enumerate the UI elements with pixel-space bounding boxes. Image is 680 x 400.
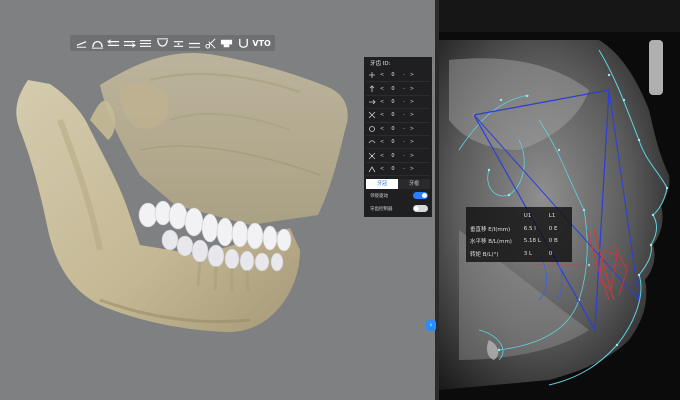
lateral-left-icon[interactable] [106,36,120,50]
ceph-row-l1: 0 [548,250,553,257]
ceph-header-l1: L1 [548,213,556,220]
list-item: <0- > [366,109,430,123]
u-arch-icon[interactable] [236,36,250,50]
list-item: <0- > [366,96,430,110]
list-item: <0- > [366,82,430,96]
ceph-row-u1: 6.5 I [523,225,536,232]
tilt-left-icon[interactable] [74,36,88,50]
list-item: <0- > [366,163,430,177]
increment-button[interactable]: > [408,153,416,159]
increment-button[interactable]: > [408,72,416,78]
increment-button[interactable]: > [408,126,416,132]
toggle-row-adjacent-drive: 邻接驱动 [366,189,430,202]
adjust-value[interactable]: 0 [386,112,400,118]
ceph-row-u1: 3 L [523,250,533,257]
collapse-panel-button[interactable]: › [426,320,436,331]
ceph-row-u1: 5.18 L [523,238,541,245]
increment-button[interactable]: > [408,99,416,105]
adjust-value[interactable]: 0 [386,126,400,132]
arch-view-icon[interactable] [90,36,104,50]
occlusion-icon[interactable] [139,36,153,50]
midline-icon[interactable] [188,36,202,50]
move-vertical-icon [366,97,378,107]
increment-button[interactable]: > [408,166,416,172]
list-item: <0- > [366,149,430,163]
table-row: 水平移 B/L(mm) 5.18 L 0 B [470,235,568,248]
tooth-id-label: 牙齿 ID: [370,61,391,67]
ceph-measurement-table: U1 L1 垂直移 E/I(mm) 6.5 I 0 E 水平移 B/L(mm) … [466,207,572,262]
rotate-icon [366,124,378,134]
ceph-xray-view[interactable] [439,0,680,400]
tab-crown[interactable]: 牙冠 [366,179,398,190]
lower-arch-icon[interactable] [155,36,169,50]
list-item: <0- > [366,136,430,150]
decrement-button[interactable]: < [378,139,386,145]
crown-root-tabs: 牙冠 牙根 [366,179,430,190]
table-row: 垂直移 E/I(mm) 6.5 I 0 E [470,223,568,236]
decrement-button[interactable]: < [378,153,386,159]
ceph-row-label: 转矩 B/L(°) [470,251,499,258]
list-item: <0- > [366,69,430,83]
adjacent-drive-label: 邻接驱动 [370,193,388,199]
increment-button[interactable]: > [408,139,416,145]
adjust-separator: - [403,152,405,159]
decrement-button[interactable]: < [378,72,386,78]
adjust-value[interactable]: 0 [386,153,400,159]
decrement-button[interactable]: < [378,86,386,92]
ceph-row-label: 垂直移 E/I(mm) [470,226,511,233]
tab-root[interactable]: 牙根 [398,179,430,190]
toggle-row-tooth-controller: 牙齿控制器 [366,202,430,215]
move-diagonal-icon [366,110,378,120]
maxilla [100,53,348,225]
adjust-value[interactable]: 0 [386,139,400,145]
ceph-row-l1: 0 E [548,225,558,232]
ceph-xray-pane[interactable] [439,0,680,400]
ceph-header-row: U1 L1 [470,210,568,223]
decrement-button[interactable]: < [378,99,386,105]
decrement-button[interactable]: < [378,112,386,118]
vto-button[interactable]: VTO [252,39,270,48]
lateral-right-icon[interactable] [123,36,137,50]
decrement-button[interactable]: < [378,166,386,172]
adjacent-drive-switch[interactable] [413,192,428,200]
angulation-icon [366,164,378,174]
decrement-button[interactable]: < [378,126,386,132]
torque-icon [366,151,378,161]
adjust-value[interactable]: 0 [386,72,400,78]
ceph-row-label: 水平移 B/L(mm) [470,239,512,246]
tooth-controller-label: 牙齿控制器 [370,206,393,212]
tooth-adjust-panel: 牙齿 ID: <0- > <0- > <0- > <0- > <0- > <0- > <0- > <0- > … [364,57,432,217]
adjust-separator: - [403,139,405,146]
model-3d-pane[interactable]: VTO 牙齿 ID: <0- > <0- > <0- > <0- > <0- > <0- > <0- > <… [0,0,435,400]
adjust-separator: - [403,165,405,172]
scissors-icon[interactable] [204,36,218,50]
adjust-value[interactable]: 0 [386,86,400,92]
overjet-icon[interactable] [171,36,185,50]
adjust-separator: - [403,125,405,132]
adjust-separator: - [403,112,405,119]
display-mode-icon[interactable] [220,36,234,50]
increment-button[interactable]: > [408,86,416,92]
ceph-row-l1: 0 B [548,238,558,245]
move-mesiodistal-icon [366,70,378,80]
view-toolbar: VTO [70,35,275,51]
ceph-header-u1: U1 [523,213,532,220]
adjust-separator: - [403,98,405,105]
tooth-controller-switch[interactable] [413,205,428,213]
adjust-value[interactable]: 0 [386,166,400,172]
adjust-separator: - [403,72,405,79]
tip-icon [366,137,378,147]
move-buccolingual-icon [366,84,378,94]
adjust-value[interactable]: 0 [386,99,400,105]
table-row: 转矩 B/L(°) 3 L 0 [470,248,568,261]
list-item: <0- > [366,123,430,136]
increment-button[interactable]: > [408,112,416,118]
adjust-separator: - [403,85,405,92]
